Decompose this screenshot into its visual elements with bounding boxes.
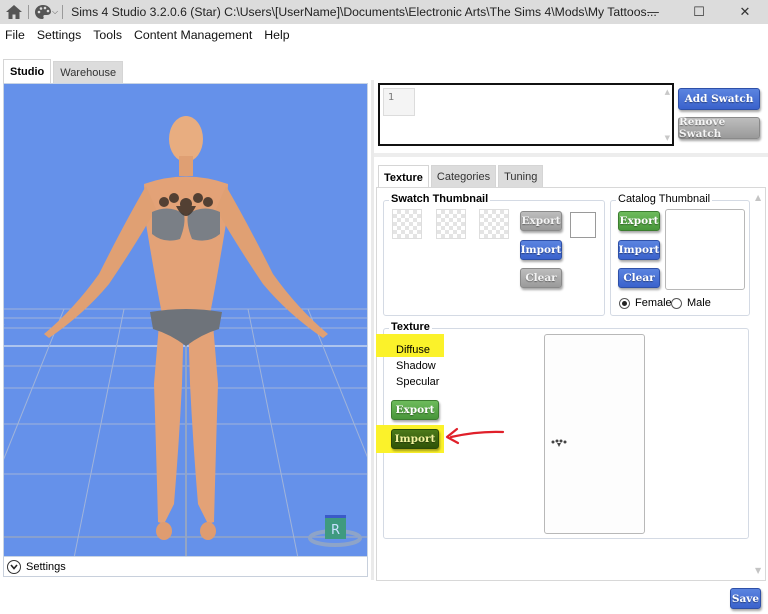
settings-label: Settings: [26, 560, 66, 573]
swatch-thumbnail-title: Swatch Thumbnail: [389, 193, 491, 205]
catalog-clear-button[interactable]: Clear: [618, 268, 660, 288]
annotation-arrow-icon: [445, 427, 505, 445]
right-tab-strip: Texture Categories Tuning: [378, 164, 545, 189]
texture-export-button[interactable]: Export: [391, 400, 439, 420]
palette-icon[interactable]: [33, 2, 53, 22]
texture-import-button[interactable]: Import: [391, 429, 439, 449]
tab-warehouse[interactable]: Warehouse: [53, 61, 124, 83]
home-icon[interactable]: [4, 2, 24, 22]
texture-item-diffuse[interactable]: Diffuse: [396, 344, 430, 356]
add-swatch-button[interactable]: Add Swatch: [678, 88, 760, 110]
catalog-thumbnail-preview[interactable]: [665, 209, 745, 290]
catalog-import-button[interactable]: Import: [618, 240, 660, 260]
app-window: ⌵ Sims 4 Studio 3.2.0.6 (Star) C:\Users\…: [0, 0, 768, 614]
swatch-color-box[interactable]: [570, 212, 596, 238]
chevron-down-circle-icon[interactable]: [7, 559, 21, 574]
radio-female[interactable]: Female: [619, 297, 672, 309]
texture-item-shadow[interactable]: Shadow: [396, 360, 436, 372]
window-controls: — ☐ ✕: [630, 0, 768, 24]
viewport-scene: R: [4, 84, 367, 556]
swatch-import-button[interactable]: Import: [520, 240, 562, 260]
swatch-list[interactable]: 1 ▲ ▼: [378, 83, 674, 146]
scroll-up-icon[interactable]: ▲: [755, 193, 761, 202]
region-badge-letter: R: [331, 523, 340, 538]
radio-male[interactable]: Male: [671, 297, 711, 309]
catalog-thumbnail-title: Catalog Thumbnail: [616, 193, 713, 205]
radio-selected-dot: [622, 300, 627, 306]
title-separator: [62, 5, 64, 19]
tattoo-preview-image: [551, 439, 567, 447]
menu-bar: File Settings Tools Content Management H…: [0, 24, 768, 46]
radio-button[interactable]: [671, 297, 682, 309]
settings-expander[interactable]: Settings: [3, 557, 368, 577]
swatch-thumbnail-slot[interactable]: [436, 209, 466, 239]
swatch-clear-button[interactable]: Clear: [520, 268, 562, 288]
maximize-button[interactable]: ☐: [676, 0, 722, 24]
tab-texture[interactable]: Texture: [378, 165, 429, 189]
texture-item-specular[interactable]: Specular: [396, 376, 439, 388]
scroll-down-icon[interactable]: ▼: [665, 134, 670, 142]
close-button[interactable]: ✕: [722, 0, 768, 24]
texture-preview[interactable]: [544, 334, 645, 534]
tab-tuning[interactable]: Tuning: [498, 165, 544, 188]
tab-categories[interactable]: Categories: [430, 165, 497, 188]
menu-tools[interactable]: Tools: [93, 28, 122, 42]
menu-settings[interactable]: Settings: [37, 28, 81, 42]
3d-viewport[interactable]: R: [3, 83, 368, 557]
radio-button[interactable]: [619, 297, 630, 309]
scroll-up-icon[interactable]: ▲: [665, 88, 670, 96]
swatch-thumbnail-slot[interactable]: [392, 209, 422, 239]
window-title: Sims 4 Studio 3.2.0.6 (Star) C:\Users\[U…: [71, 5, 657, 19]
title-separator: [28, 5, 29, 19]
menu-file[interactable]: File: [5, 28, 25, 42]
horizontal-divider: [374, 153, 768, 157]
texture-group-title: Texture: [389, 321, 432, 333]
scroll-down-icon[interactable]: ▼: [755, 566, 761, 575]
menu-help[interactable]: Help: [264, 28, 289, 42]
catalog-export-button[interactable]: Export: [618, 211, 660, 231]
title-bar: ⌵ Sims 4 Studio 3.2.0.6 (Star) C:\Users\…: [0, 0, 768, 24]
swatch-export-button[interactable]: Export: [520, 211, 562, 231]
remove-swatch-button[interactable]: Remove Swatch: [678, 116, 760, 140]
left-tab-strip: Studio Warehouse: [3, 59, 125, 84]
tab-studio[interactable]: Studio: [3, 59, 52, 84]
menu-content-management[interactable]: Content Management: [134, 28, 252, 42]
radio-female-label: Female: [635, 297, 672, 309]
swatch-thumbnail-slot[interactable]: [479, 209, 509, 239]
minimize-button[interactable]: —: [630, 0, 676, 24]
swatch-item[interactable]: 1: [383, 88, 415, 116]
chevron-down-icon[interactable]: ⌵: [52, 7, 58, 17]
save-button[interactable]: Save: [730, 588, 761, 609]
radio-male-label: Male: [687, 297, 711, 309]
